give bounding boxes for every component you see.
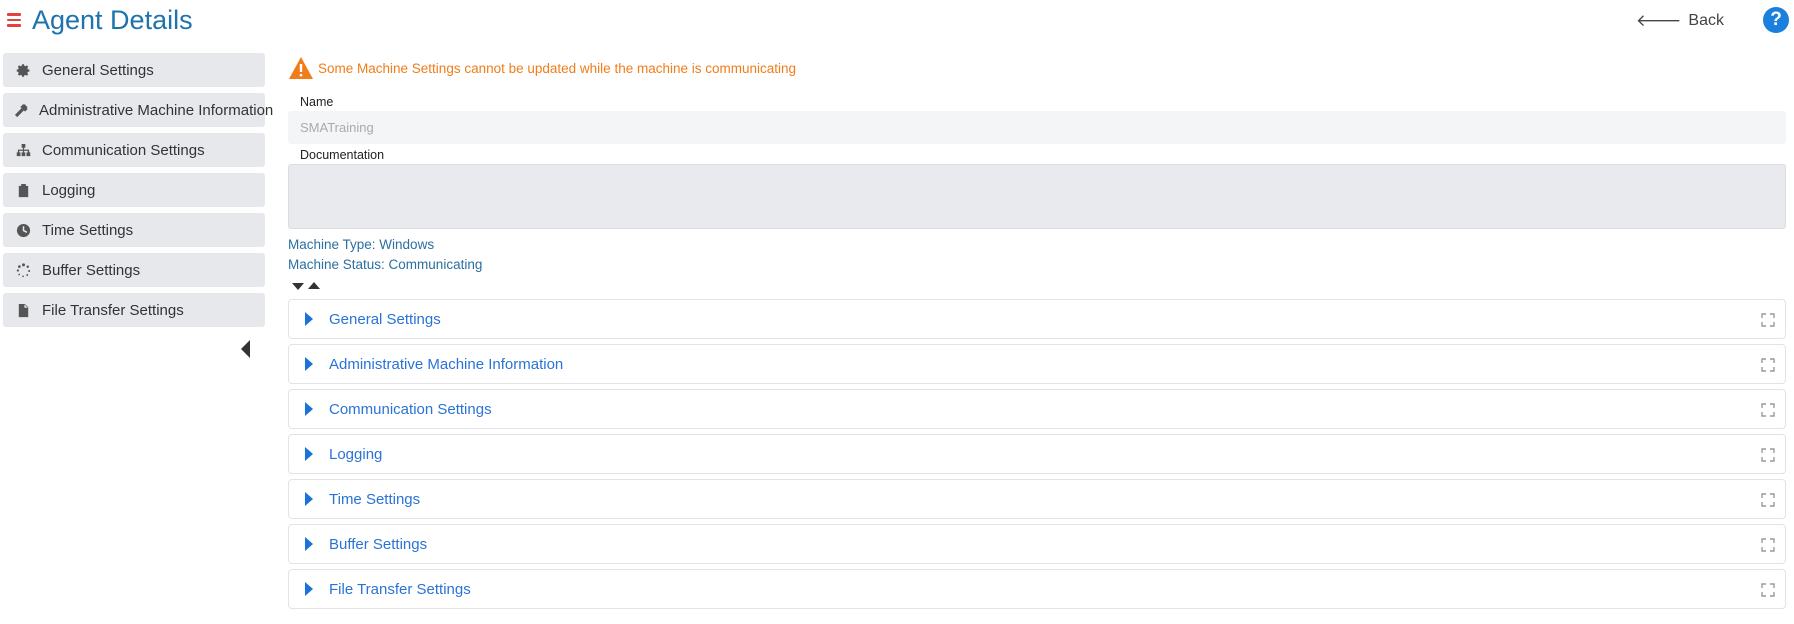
expand-all-icon[interactable] <box>291 281 305 291</box>
sidebar: General Settings Administrative Machine … <box>3 53 273 333</box>
collapse-sidebar-icon[interactable] <box>240 339 252 359</box>
sidebar-item-communication-settings[interactable]: Communication Settings <box>3 133 265 167</box>
page-title: Agent Details <box>32 5 193 35</box>
sidebar-item-label: Buffer Settings <box>42 261 141 279</box>
fullscreen-icon[interactable] <box>1761 448 1775 462</box>
section-label: Logging <box>329 445 383 463</box>
sidebar-item-time-settings[interactable]: Time Settings <box>3 213 265 247</box>
fullscreen-icon[interactable] <box>1761 583 1775 597</box>
documentation-field[interactable] <box>288 164 1786 229</box>
sidebar-item-file-transfer-settings[interactable]: File Transfer Settings <box>3 293 265 327</box>
sidebar-item-label: Administrative Machine Information <box>39 101 274 119</box>
sidebar-item-label: File Transfer Settings <box>42 301 184 319</box>
sidebar-item-label: Communication Settings <box>42 141 205 159</box>
machine-type: Machine Type: Windows <box>288 237 435 252</box>
caret-right-icon <box>304 447 314 461</box>
clipboard-icon <box>14 182 32 198</box>
expand-collapse-all <box>291 281 1786 293</box>
name-label: Name <box>300 95 334 109</box>
caret-right-icon <box>304 492 314 506</box>
section-communication-settings[interactable]: Communication Settings <box>288 389 1786 429</box>
section-administrative-machine-information[interactable]: Administrative Machine Information <box>288 344 1786 384</box>
help-button[interactable]: ? <box>1763 7 1789 33</box>
sidebar-item-logging[interactable]: Logging <box>3 173 265 207</box>
hamburger-menu-icon[interactable] <box>7 10 21 28</box>
section-list: General Settings Administrative Machine … <box>288 299 1786 609</box>
sidebar-item-label: Logging <box>42 181 96 199</box>
section-label: File Transfer Settings <box>329 580 471 598</box>
spinner-icon <box>14 262 32 278</box>
name-field[interactable]: SMATraining <box>288 111 1786 144</box>
file-icon <box>14 302 32 318</box>
machine-status: Machine Status: Communicating <box>288 257 483 272</box>
hammer-icon <box>14 102 29 118</box>
back-button[interactable]: 🡐 Back <box>1636 11 1724 31</box>
sidebar-item-administrative-machine-information[interactable]: Administrative Machine Information <box>3 93 273 127</box>
fullscreen-icon[interactable] <box>1761 358 1775 372</box>
main-content: Some Machine Settings cannot be updated … <box>288 53 1786 614</box>
sidebar-item-general-settings[interactable]: General Settings <box>3 53 265 87</box>
warning-banner: Some Machine Settings cannot be updated … <box>288 53 1786 83</box>
section-label: Communication Settings <box>329 400 492 418</box>
arrow-left-icon: 🡐 <box>1635 11 1682 30</box>
caret-right-icon <box>304 582 314 596</box>
caret-right-icon <box>304 312 314 326</box>
section-general-settings[interactable]: General Settings <box>288 299 1786 339</box>
clock-icon <box>14 222 32 238</box>
caret-right-icon <box>304 357 314 371</box>
sidebar-item-label: General Settings <box>42 61 154 79</box>
caret-right-icon <box>304 402 314 416</box>
section-time-settings[interactable]: Time Settings <box>288 479 1786 519</box>
fullscreen-icon[interactable] <box>1761 538 1775 552</box>
fullscreen-icon[interactable] <box>1761 493 1775 507</box>
header: Agent Details 🡐 Back ? <box>0 0 1794 44</box>
section-buffer-settings[interactable]: Buffer Settings <box>288 524 1786 564</box>
documentation-label: Documentation <box>300 148 385 162</box>
warning-icon <box>289 57 313 79</box>
section-label: Buffer Settings <box>329 535 428 553</box>
section-label: Time Settings <box>329 490 421 508</box>
section-logging[interactable]: Logging <box>288 434 1786 474</box>
warning-text: Some Machine Settings cannot be updated … <box>318 60 797 76</box>
section-label: General Settings <box>329 310 441 328</box>
caret-right-icon <box>304 537 314 551</box>
collapse-all-icon[interactable] <box>307 281 321 291</box>
fullscreen-icon[interactable] <box>1761 403 1775 417</box>
sidebar-item-label: Time Settings <box>42 221 134 239</box>
section-file-transfer-settings[interactable]: File Transfer Settings <box>288 569 1786 609</box>
network-icon <box>14 142 32 158</box>
gear-icon <box>14 62 32 78</box>
sidebar-item-buffer-settings[interactable]: Buffer Settings <box>3 253 265 287</box>
section-label: Administrative Machine Information <box>329 355 564 373</box>
fullscreen-icon[interactable] <box>1761 313 1775 327</box>
back-label: Back <box>1688 12 1724 29</box>
